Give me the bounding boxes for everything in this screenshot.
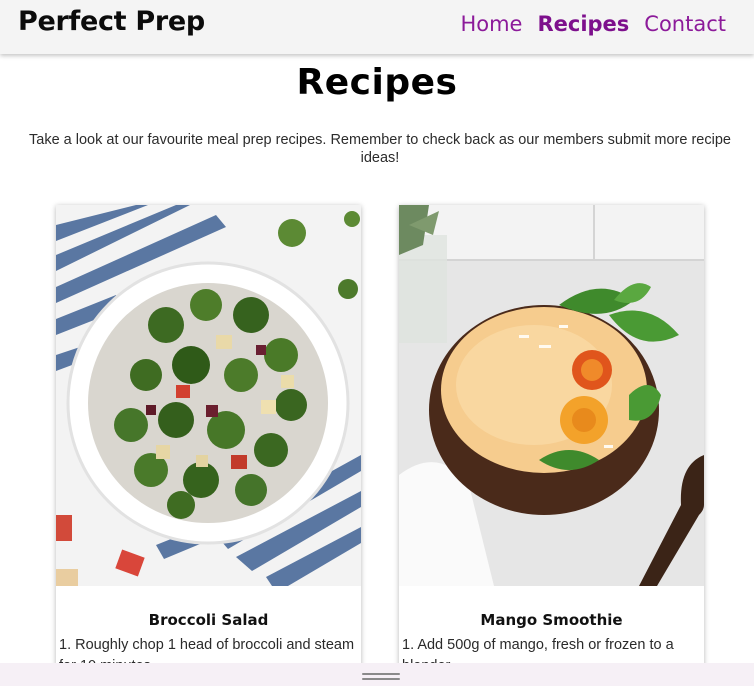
recipe-title: Broccoli Salad <box>148 611 269 629</box>
broccoli-salad-photo <box>56 205 361 586</box>
nav-link-recipes[interactable]: Recipes <box>537 12 629 36</box>
nav-link-home[interactable]: Home <box>460 12 522 36</box>
recipe-card-broccoli-salad[interactable]: Broccoli Salad 1. Roughly chop 1 head of… <box>56 205 361 685</box>
nav-link-contact[interactable]: Contact <box>644 12 726 36</box>
recipe-card-mango-smoothie[interactable]: Mango Smoothie 1. Add 500g of mango, fre… <box>399 205 704 685</box>
page-title: Recipes <box>296 62 458 103</box>
bottom-drawer-bar <box>0 663 754 686</box>
intro-text: Take a look at our favourite meal prep r… <box>29 132 731 166</box>
drag-handle-icon[interactable] <box>362 673 400 680</box>
nav-links: Home Recipes Contact <box>460 12 726 36</box>
navbar: Perfect Prep Home Recipes Contact <box>0 0 754 54</box>
recipe-title: Mango Smoothie <box>480 611 623 629</box>
brand-logo[interactable]: Perfect Prep <box>18 6 205 37</box>
mango-smoothie-bowl-photo <box>399 205 704 586</box>
